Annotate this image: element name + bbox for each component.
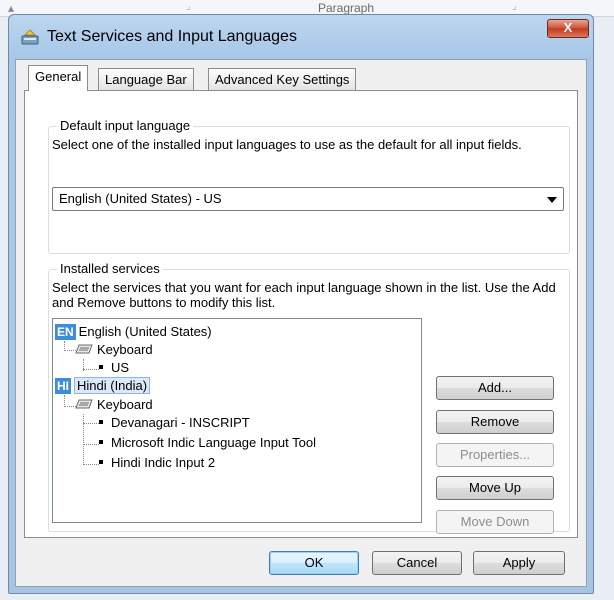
tree-item-us[interactable]: US [97,359,129,377]
background-group-launcher-icon: ⌟ [186,1,191,12]
background-group-launcher-icon: ⌟ [512,1,517,12]
ok-button[interactable]: OK [269,551,359,575]
tree-item-indic-tool-label: Microsoft Indic Language Input Tool [111,435,317,450]
add-button[interactable]: Add... [436,376,554,400]
remove-button[interactable]: Remove [436,410,554,434]
tree-item-english-label: English (United States) [78,324,212,339]
default-input-language-group: Default input language Select one of the… [48,118,570,254]
dialog-window: Text Services and Input Languages X Gene… [8,14,594,594]
installed-services-group: Installed services Select the services t… [48,261,570,534]
installed-services-tree[interactable]: EN English (United States) Keyboard US HI… [52,318,422,523]
tree-item-hindi-label: Hindi (India) [74,377,151,394]
default-input-language-dropdown[interactable]: English (United States) - US [52,187,564,211]
bullet-icon [99,440,103,444]
bullet-icon [99,460,103,464]
chevron-down-icon [547,197,557,203]
tree-item-devanagari-inscript[interactable]: Devanagari - INSCRIPT [97,414,250,432]
tree-item-hindi-keyboard-label: Keyboard [97,397,153,412]
move-down-button[interactable]: Move Down [436,510,554,534]
bullet-icon [99,420,103,424]
move-up-button[interactable]: Move Up [436,476,554,500]
general-tab-panel: Default input language Select one of the… [24,90,578,538]
tree-item-hindi[interactable]: HI Hindi (India) [55,377,151,395]
background-marker: ▴ [8,1,15,15]
language-badge-hi: HI [55,378,71,394]
keyboard-icon [75,399,93,409]
tab-language-bar[interactable]: Language Bar [98,68,194,90]
background-paragraph-label: Paragraph [318,1,375,15]
default-input-description: Select one of the installed input langua… [52,137,522,152]
installed-services-description: Select the services that you want for ea… [52,280,556,310]
text-services-icon [21,29,39,45]
properties-button[interactable]: Properties... [436,443,554,467]
tab-general[interactable]: General [28,65,89,91]
tree-item-hindi-keyboard[interactable]: Keyboard [75,396,153,414]
window-title: Text Services and Input Languages [47,28,297,45]
keyboard-icon [75,344,93,354]
title-bar[interactable]: Text Services and Input Languages X [9,15,593,59]
tab-advanced-key-settings[interactable]: Advanced Key Settings [208,68,357,90]
close-button[interactable]: X [547,19,589,38]
tree-item-english-keyboard-label: Keyboard [97,342,153,357]
tree-item-hindi-indic-input-2[interactable]: Hindi Indic Input 2 [97,454,215,472]
tree-item-devanagari-label: Devanagari - INSCRIPT [111,415,250,430]
dialog-client-area: General Language Bar Advanced Key Settin… [15,59,587,587]
dropdown-selected-value: English (United States) - US [59,191,222,206]
tree-item-english[interactable]: EN English (United States) [55,323,212,341]
default-input-language-label: Default input language [57,118,194,133]
language-badge-en: EN [55,324,76,340]
installed-services-label: Installed services [57,261,163,276]
tree-item-english-keyboard[interactable]: Keyboard [75,341,153,359]
tree-item-indic-input-tool[interactable]: Microsoft Indic Language Input Tool [97,434,316,452]
cancel-button[interactable]: Cancel [372,551,462,575]
tree-item-us-label: US [111,360,130,375]
bullet-icon [99,365,103,369]
tree-item-hindi-indic-2-label: Hindi Indic Input 2 [111,455,216,470]
apply-button[interactable]: Apply [473,551,565,575]
